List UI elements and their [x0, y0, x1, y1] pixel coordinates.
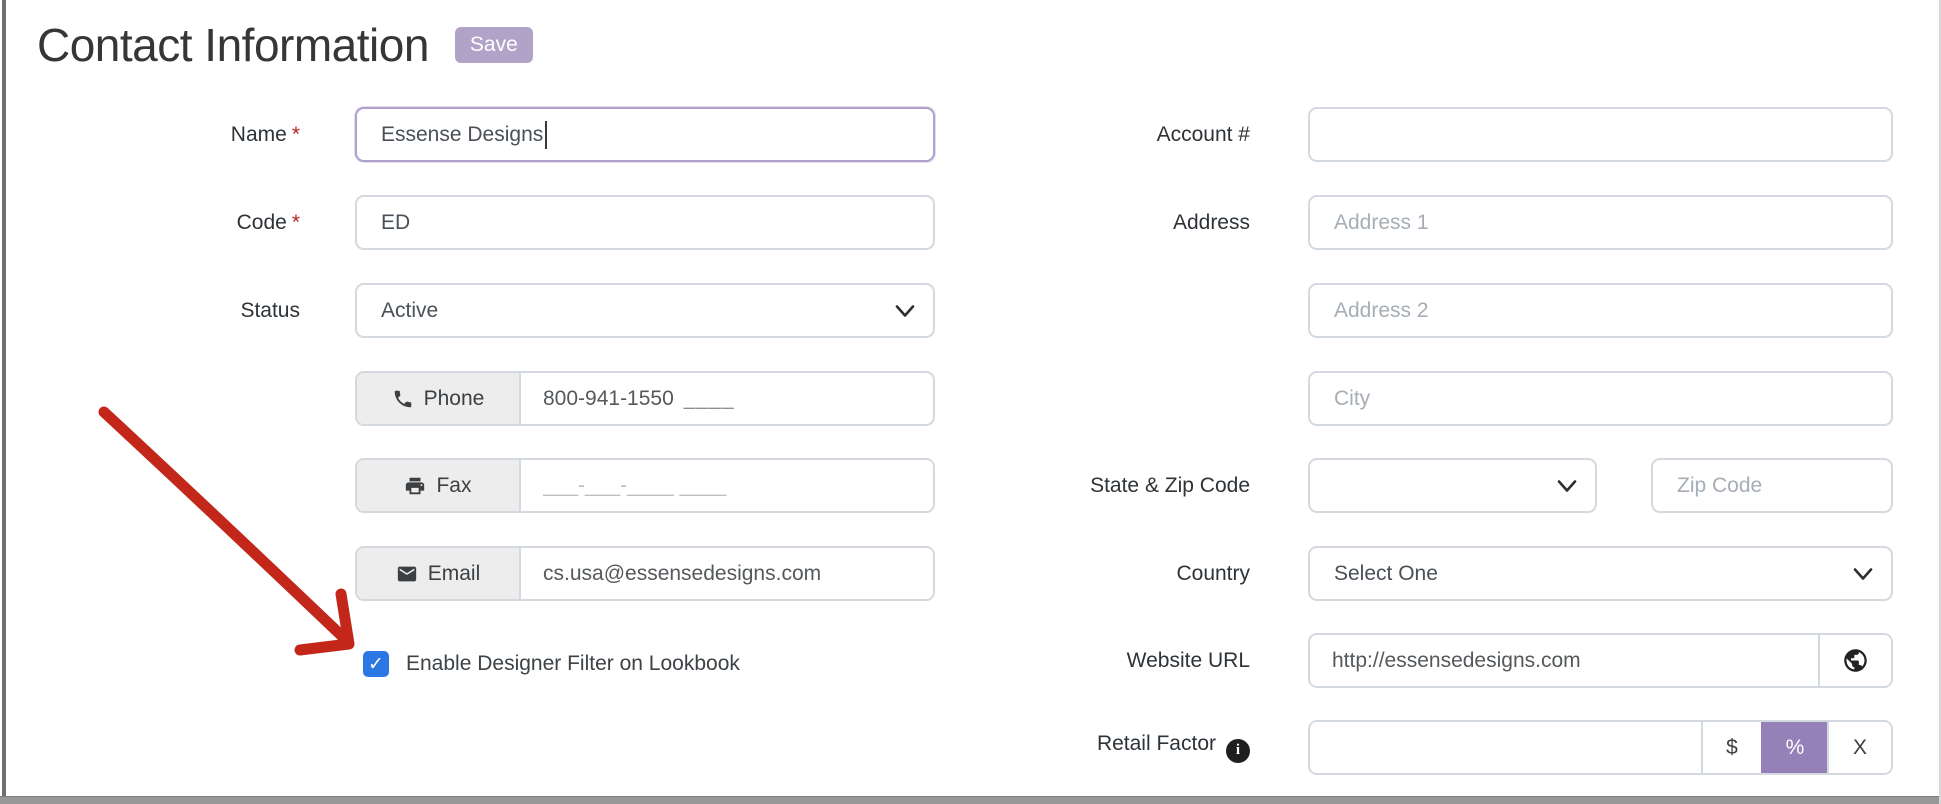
status-label: Status — [240, 298, 300, 322]
header: Contact Information Save — [37, 18, 533, 72]
horizontal-scrollbar[interactable] — [0, 796, 1941, 804]
phone-row: Phone 800-941-1550 ____ — [0, 371, 935, 426]
name-row: Name * Essense Designs — [0, 107, 935, 162]
lookbook-checkbox-label: Enable Designer Filter on Lookbook — [406, 652, 740, 675]
check-icon: ✓ — [368, 653, 384, 675]
fax-addon: Fax — [357, 460, 521, 511]
website-input[interactable] — [1310, 635, 1818, 686]
phone-addon: Phone — [357, 373, 521, 424]
zip-code-input[interactable] — [1651, 458, 1893, 513]
state-zip-row: State & Zip Code — [1000, 458, 1893, 513]
address2-row — [1000, 283, 1893, 338]
required-asterisk: * — [291, 122, 300, 146]
chevron-down-icon — [1557, 479, 1577, 492]
state-zip-label: State & Zip Code — [1090, 473, 1250, 497]
printer-icon — [406, 477, 425, 494]
email-addon: Email — [357, 548, 521, 599]
page-title: Contact Information — [37, 19, 429, 71]
globe-button[interactable] — [1818, 635, 1891, 686]
envelope-icon — [397, 566, 416, 581]
fax-addon-label: Fax — [436, 473, 472, 497]
code-input[interactable] — [355, 195, 935, 250]
status-select[interactable]: Active — [355, 283, 935, 338]
chevron-down-icon — [1853, 567, 1873, 580]
retail-factor-input[interactable] — [1310, 722, 1701, 773]
name-input[interactable]: Essense Designs — [355, 107, 935, 162]
email-input[interactable] — [521, 548, 933, 599]
status-row: Status Active — [0, 283, 935, 338]
address2-input[interactable] — [1308, 283, 1893, 338]
required-asterisk: * — [291, 210, 300, 234]
state-select[interactable] — [1308, 458, 1597, 513]
globe-icon — [1844, 649, 1867, 672]
fax-row: Fax — [0, 458, 935, 513]
unit-dollar-button[interactable]: $ — [1701, 722, 1761, 773]
address-label: Address — [1172, 210, 1250, 234]
retail-factor-row: Retail Factor i $ % X — [1000, 720, 1893, 775]
info-icon: i — [1226, 738, 1250, 763]
unit-percent-button[interactable]: % — [1761, 722, 1827, 773]
phone-addon-label: Phone — [423, 386, 485, 410]
country-label: Country — [1176, 561, 1250, 585]
window-left-edge — [2, 0, 6, 804]
country-select[interactable]: Select One — [1308, 546, 1893, 601]
text-cursor — [545, 120, 548, 149]
website-row: Website URL — [1000, 633, 1893, 688]
account-label: Account # — [1156, 122, 1250, 146]
address1-input[interactable] — [1308, 195, 1893, 250]
email-addon-label: Email — [427, 561, 481, 585]
retail-factor-label: Retail Factor i — [1000, 732, 1250, 763]
lookbook-checkbox[interactable]: ✓ — [363, 651, 389, 677]
phone-mask-suffix: ____ — [683, 386, 735, 410]
city-input[interactable] — [1308, 371, 1893, 426]
country-row: Country Select One — [1000, 546, 1893, 601]
city-row — [1000, 371, 1893, 426]
code-label: Code * — [236, 210, 300, 234]
unit-clear-button[interactable]: X — [1827, 722, 1891, 773]
phone-input[interactable]: 800-941-1550 ____ — [521, 373, 933, 424]
fax-input[interactable] — [521, 460, 933, 511]
website-label: Website URL — [1126, 648, 1250, 672]
lookbook-checkbox-row[interactable]: ✓ Enable Designer Filter on Lookbook — [363, 651, 740, 677]
chevron-down-icon — [895, 304, 915, 317]
email-row: Email — [0, 546, 935, 601]
phone-icon — [394, 390, 411, 407]
save-button[interactable]: Save — [454, 27, 533, 63]
contact-information-page: Contact Information Save Name * Essense D… — [0, 0, 1941, 804]
account-input[interactable] — [1308, 107, 1893, 162]
account-row: Account # — [1000, 107, 1893, 162]
name-label: Name * — [230, 122, 300, 146]
code-row: Code * — [0, 195, 935, 250]
address1-row: Address — [1000, 195, 1893, 250]
